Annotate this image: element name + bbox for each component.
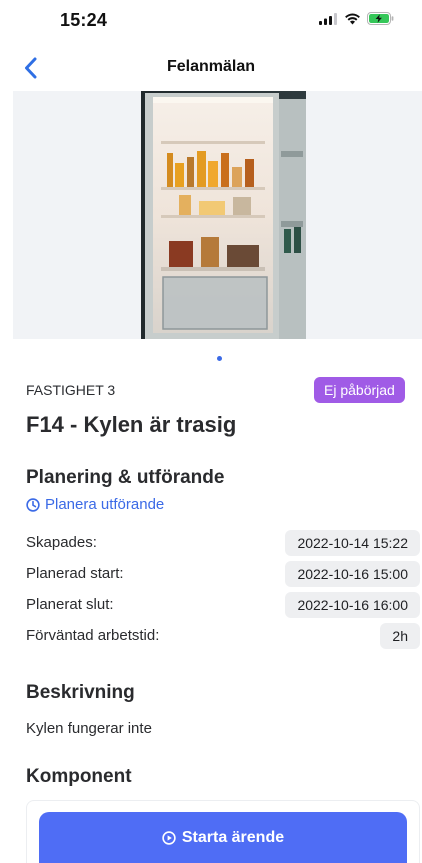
fridge-photo <box>141 91 306 339</box>
info-value: 2022-10-16 15:00 <box>285 561 420 587</box>
status-icons <box>319 12 394 25</box>
description-text: Kylen fungerar inte <box>26 720 152 737</box>
start-task-label: Starta ärende <box>181 828 285 846</box>
clock-icon <box>26 497 40 512</box>
property-label: FASTIGHET 3 <box>26 382 116 398</box>
info-row-expected-work-time: Förväntad arbetstid: 2h <box>26 623 420 649</box>
info-value: 2022-10-16 16:00 <box>285 592 420 618</box>
status-badge: Ej påbörjad <box>314 377 405 403</box>
info-label: Planerat slut: <box>26 596 114 613</box>
play-circle-icon <box>162 830 176 845</box>
plan-execution-label: Planera utförande <box>45 496 165 513</box>
signal-icon <box>319 12 337 25</box>
task-title: F14 - Kylen är trasig <box>26 412 237 437</box>
info-row-created: Skapades: 2022-10-14 15:22 <box>26 530 420 556</box>
planning-heading: Planering & utförande <box>26 467 225 488</box>
component-heading: Komponent <box>26 766 132 787</box>
description-heading: Beskrivning <box>26 682 135 703</box>
status-bar: 15:24 <box>0 0 422 46</box>
status-badge-wrap: Ej påbörjad <box>314 377 420 403</box>
battery-charging-icon <box>367 12 394 25</box>
navigation-bar: Felanmälan <box>0 46 422 90</box>
info-label: Skapades: <box>26 534 97 551</box>
page-title: Felanmälan <box>166 58 256 75</box>
start-task-button[interactable]: Starta ärende <box>39 812 407 863</box>
plan-execution-link[interactable]: Planera utförande <box>26 496 164 513</box>
info-row-planned-start: Planerad start: 2022-10-16 15:00 <box>26 561 420 587</box>
pager-dot-active[interactable] <box>217 356 222 361</box>
info-label: Förväntad arbetstid: <box>26 627 160 644</box>
info-row-planned-end: Planerat slut: 2022-10-16 16:00 <box>26 592 420 618</box>
info-value: 2022-10-14 15:22 <box>285 530 420 556</box>
info-label: Planerad start: <box>26 565 124 582</box>
info-value: 2h <box>380 623 420 649</box>
status-time: 15:24 <box>60 10 108 30</box>
image-gallery[interactable] <box>13 91 422 339</box>
wifi-icon <box>345 13 360 24</box>
